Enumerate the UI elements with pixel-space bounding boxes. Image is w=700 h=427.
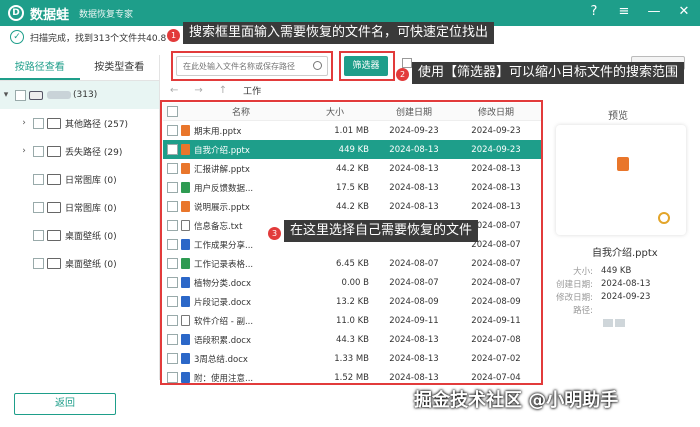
meta-key: 路径: <box>573 305 593 316</box>
callout-filter: 使用【筛选器】可以缩小目标文件的搜索范围 <box>412 62 685 84</box>
meta-key: 修改日期: <box>556 292 593 303</box>
chevron-right-icon[interactable]: › <box>18 146 30 156</box>
preview-meta: 大小: 449 KB 创建日期: 2024-08-13 修改日期: 2024-09-2… <box>548 264 650 329</box>
tree-checkbox[interactable] <box>33 229 44 241</box>
folder-icon <box>47 117 61 129</box>
nav-row: ← → ↑ 工作 <box>170 82 540 98</box>
meta-key: 大小: <box>573 266 593 277</box>
back-button[interactable]: 返回 <box>14 393 116 415</box>
tree-checkbox[interactable] <box>33 145 44 157</box>
menu-icon[interactable]: ≡ <box>616 4 632 19</box>
tree-item-lost-paths[interactable]: › 丢失路径 (29) <box>0 137 159 165</box>
watermark: 掘金技术社区 @小明助手 <box>414 390 619 411</box>
tree-checkbox[interactable] <box>33 257 44 269</box>
preview-title: 预览 <box>608 111 628 122</box>
chevron-right-icon[interactable]: › <box>18 118 30 128</box>
app-name: 数据蛙 <box>30 7 70 23</box>
path-redacted <box>615 318 625 327</box>
tree-item-label: 丢失路径 (29) <box>65 147 123 158</box>
tree-root-drive[interactable]: ▾ (313) <box>0 81 159 109</box>
preview-file-name: 自我介绍.pptx <box>592 248 658 259</box>
meta-value: 2024-08-13 <box>601 278 651 289</box>
folder-icon <box>47 173 61 185</box>
tree-item-label: 日常图库 (0) <box>65 203 117 214</box>
tree-checkbox[interactable] <box>15 89 26 101</box>
meta-key: 创建日期: <box>556 279 593 290</box>
folder-icon <box>47 229 61 241</box>
app-subtitle: 数据恢复专家 <box>79 9 134 20</box>
tree-item-gallery[interactable]: 日常图库 (0) <box>0 165 159 193</box>
forward-arrow-icon[interactable]: → <box>194 85 202 96</box>
callout-badge: 2 <box>396 68 409 81</box>
annotation-box-search <box>171 51 333 81</box>
meta-value: 2024-09-23 <box>601 291 651 302</box>
scan-status-text: 扫描完成，找到313个文件共40.8 M <box>30 33 177 44</box>
redacted-drive-name <box>47 91 71 99</box>
tree-item-label: 日常图库 (0) <box>65 175 117 186</box>
chevron-down-icon[interactable]: ▾ <box>0 90 12 100</box>
tree-checkbox[interactable] <box>33 117 44 129</box>
pptx-file-icon <box>617 157 629 171</box>
back-arrow-icon[interactable]: ← <box>170 85 178 96</box>
up-arrow-icon[interactable]: ↑ <box>219 85 227 96</box>
tab-by-type[interactable]: 按类型查看 <box>80 55 160 80</box>
app-logo-icon: D <box>8 5 24 21</box>
callout-badge: 3 <box>268 227 281 240</box>
option-checkbox[interactable] <box>402 58 412 68</box>
breadcrumb: 工作 <box>243 86 262 97</box>
tree-checkbox[interactable] <box>33 173 44 185</box>
folder-icon <box>47 145 61 157</box>
sidebar: 按路径查看 按类型查看 ▾ (313) › 其他路径 (257) › 丢失路径 … <box>0 55 160 380</box>
annotation-box-filter <box>339 51 395 81</box>
tree-item-label: 桌面壁纸 (0) <box>65 259 117 270</box>
meta-value: 449 KB <box>601 265 632 276</box>
folder-icon <box>47 201 61 213</box>
callout-table: 在这里选择自己需要恢复的文件 <box>284 220 479 242</box>
help-icon[interactable]: ? <box>586 4 602 19</box>
path-redacted <box>603 318 613 327</box>
tree-item-wallpaper[interactable]: 桌面壁纸 (0) <box>0 221 159 249</box>
sidebar-tabs: 按路径查看 按类型查看 <box>0 55 159 81</box>
zoom-icon[interactable] <box>658 212 670 224</box>
callout-search: 搜索框里面输入需要恢复的文件名，可快速定位找出 <box>183 22 495 44</box>
tree-checkbox[interactable] <box>33 201 44 213</box>
tab-by-path[interactable]: 按路径查看 <box>0 55 80 80</box>
folder-icon <box>47 257 61 269</box>
window-controls: ? ≡ — ✕ <box>586 4 692 19</box>
close-icon[interactable]: ✕ <box>676 4 692 19</box>
tree-item-other-paths[interactable]: › 其他路径 (257) <box>0 109 159 137</box>
tree-root-label: (313) <box>73 90 98 100</box>
minimize-icon[interactable]: — <box>646 4 662 19</box>
drive-icon <box>29 90 43 100</box>
check-circle-icon: ✓ <box>10 30 24 44</box>
tree-item-label: 其他路径 (257) <box>65 119 129 130</box>
callout-badge: 1 <box>167 29 180 42</box>
tree-item-gallery[interactable]: 日常图库 (0) <box>0 193 159 221</box>
tree-item-label: 桌面壁纸 (0) <box>65 231 117 242</box>
tree-item-wallpaper[interactable]: 桌面壁纸 (0) <box>0 249 159 277</box>
annotation-box-table <box>160 100 543 385</box>
